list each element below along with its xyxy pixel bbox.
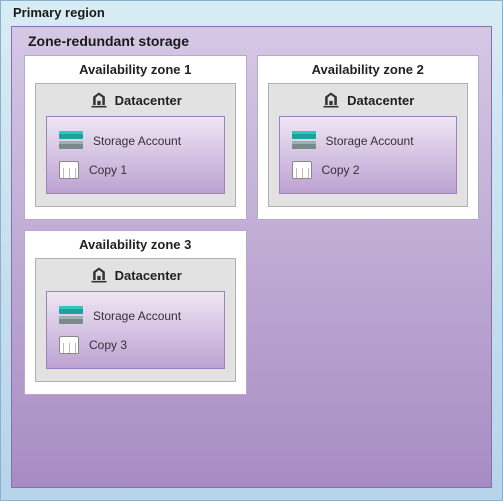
- availability-zone-1: Availability zone 1 Datacenter Storage A…: [24, 55, 247, 220]
- primary-region-title: Primary region: [11, 5, 492, 20]
- datacenter-label: Datacenter: [115, 93, 182, 108]
- storage-account-label: Storage Account: [326, 134, 414, 148]
- zrs-title: Zone-redundant storage: [24, 33, 479, 49]
- copy-row: Copy 3: [59, 336, 212, 354]
- zone-title: Availability zone 3: [35, 237, 236, 252]
- storage-account-icon: [59, 131, 83, 151]
- copy-row: Copy 1: [59, 161, 212, 179]
- zone-title: Availability zone 1: [35, 62, 236, 77]
- datacenter-icon: [321, 90, 341, 110]
- datacenter-header: Datacenter: [279, 90, 458, 110]
- datacenter-icon: [89, 90, 109, 110]
- storage-account-label: Storage Account: [93, 309, 181, 323]
- copy-icon: [292, 161, 312, 179]
- storage-account-row: Storage Account: [292, 131, 445, 151]
- storage-account-label: Storage Account: [93, 134, 181, 148]
- storage-account-row: Storage Account: [59, 131, 212, 151]
- datacenter-box: Datacenter Storage Account Copy 1: [35, 83, 236, 207]
- copy-label: Copy 3: [89, 338, 127, 352]
- datacenter-header: Datacenter: [46, 90, 225, 110]
- datacenter-box: Datacenter Storage Account Copy 2: [268, 83, 469, 207]
- availability-zone-3: Availability zone 3 Datacenter Storage A…: [24, 230, 247, 395]
- copy-icon: [59, 161, 79, 179]
- storage-card: Storage Account Copy 3: [46, 291, 225, 369]
- primary-region: Primary region Zone-redundant storage Av…: [0, 0, 503, 501]
- storage-account-icon: [59, 306, 83, 326]
- zones-grid: Availability zone 1 Datacenter Storage A…: [24, 55, 479, 395]
- datacenter-header: Datacenter: [46, 265, 225, 285]
- availability-zone-2: Availability zone 2 Datacenter Storage A…: [257, 55, 480, 220]
- datacenter-label: Datacenter: [115, 268, 182, 283]
- storage-card: Storage Account Copy 1: [46, 116, 225, 194]
- storage-card: Storage Account Copy 2: [279, 116, 458, 194]
- zone-title: Availability zone 2: [268, 62, 469, 77]
- zone-redundant-storage-box: Zone-redundant storage Availability zone…: [11, 26, 492, 488]
- storage-account-row: Storage Account: [59, 306, 212, 326]
- copy-label: Copy 2: [322, 163, 360, 177]
- datacenter-box: Datacenter Storage Account Copy 3: [35, 258, 236, 382]
- copy-row: Copy 2: [292, 161, 445, 179]
- datacenter-label: Datacenter: [347, 93, 414, 108]
- copy-icon: [59, 336, 79, 354]
- storage-account-icon: [292, 131, 316, 151]
- copy-label: Copy 1: [89, 163, 127, 177]
- datacenter-icon: [89, 265, 109, 285]
